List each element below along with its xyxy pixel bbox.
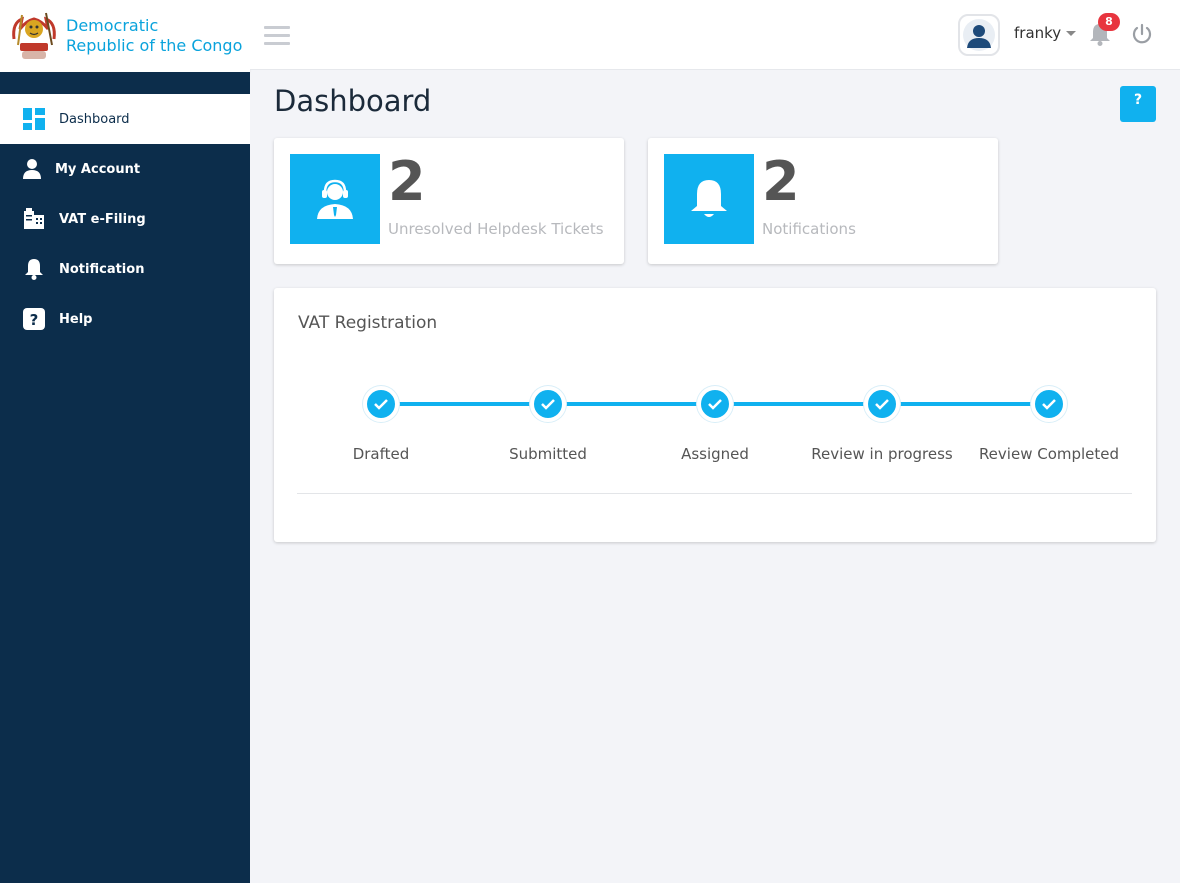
chevron-down-icon[interactable] — [1066, 31, 1076, 36]
brand-title-line1: Democratic — [66, 16, 159, 35]
user-avatar-icon — [963, 19, 995, 51]
sidebar-item-label: Help — [59, 311, 93, 327]
user-icon — [22, 157, 42, 181]
sidebar-item-vat-efiling[interactable]: VAT e-Filing — [0, 194, 250, 244]
step-drafted-check-icon — [363, 386, 399, 422]
notification-count-badge: 8 — [1098, 13, 1120, 31]
step-label-drafted: Drafted — [352, 445, 410, 463]
avatar[interactable] — [958, 14, 1000, 56]
question-icon: ? — [22, 307, 46, 331]
helpdesk-tickets-count: 2 — [388, 150, 426, 213]
vat-registration-title: VAT Registration — [298, 313, 438, 333]
step-review-in-progress-check-icon — [864, 386, 900, 422]
brand-header[interactable]: Democratic Republic of the Congo — [0, 0, 250, 72]
notifications-card[interactable]: 2 Notifications — [648, 138, 998, 264]
bell-icon — [22, 257, 46, 281]
notifications-label: Notifications — [762, 220, 856, 238]
bell-icon — [664, 154, 754, 244]
step-submitted-check-icon — [530, 386, 566, 422]
filing-icon — [22, 207, 46, 231]
sidebar-nav: Dashboard My Account VAT e-Filing Notifi… — [0, 94, 250, 344]
sidebar-item-label: My Account — [55, 161, 141, 177]
sidebar-item-my-account[interactable]: My Account — [0, 144, 250, 194]
helpdesk-agent-icon — [290, 154, 380, 244]
help-button[interactable]: ? — [1120, 86, 1156, 122]
sidebar-item-notification[interactable]: Notification — [0, 244, 250, 294]
power-icon[interactable] — [1131, 23, 1153, 45]
step-label-review-in-progress: Review in progress — [811, 445, 953, 463]
step-label-review-completed: Review Completed — [978, 445, 1120, 463]
step-assigned-check-icon — [697, 386, 733, 422]
sidebar-item-help[interactable]: ? Help — [0, 294, 250, 344]
sidebar-item-dashboard[interactable]: Dashboard — [0, 94, 250, 144]
step-review-completed-check-icon — [1031, 386, 1067, 422]
helpdesk-tickets-card[interactable]: 2 Unresolved Helpdesk Tickets — [274, 138, 624, 264]
step-label-submitted: Submitted — [509, 445, 587, 463]
notifications-count: 2 — [762, 150, 800, 213]
brand-title-line2: Republic of the Congo — [66, 36, 243, 55]
dashboard-grid-icon — [22, 107, 46, 131]
sidebar-item-label: Dashboard — [59, 111, 130, 127]
divider — [297, 493, 1132, 494]
sidebar-item-label: Notification — [59, 261, 145, 277]
svg-text:?: ? — [30, 311, 39, 329]
sidebar-item-label: VAT e-Filing — [59, 211, 146, 227]
helpdesk-tickets-label: Unresolved Helpdesk Tickets — [388, 220, 604, 238]
page-title: Dashboard — [274, 84, 432, 118]
coat-of-arms-logo — [12, 12, 56, 59]
sidebar-spacer — [0, 72, 250, 94]
step-label-assigned: Assigned — [681, 445, 749, 463]
user-name[interactable]: franky — [1014, 24, 1061, 42]
brand-title: Democratic Republic of the Congo — [66, 16, 242, 56]
vat-registration-card: VAT Registration Drafted Submitted Assig… — [274, 288, 1156, 542]
menu-toggle-icon[interactable] — [264, 26, 290, 46]
top-bar: franky 8 — [250, 0, 1180, 70]
